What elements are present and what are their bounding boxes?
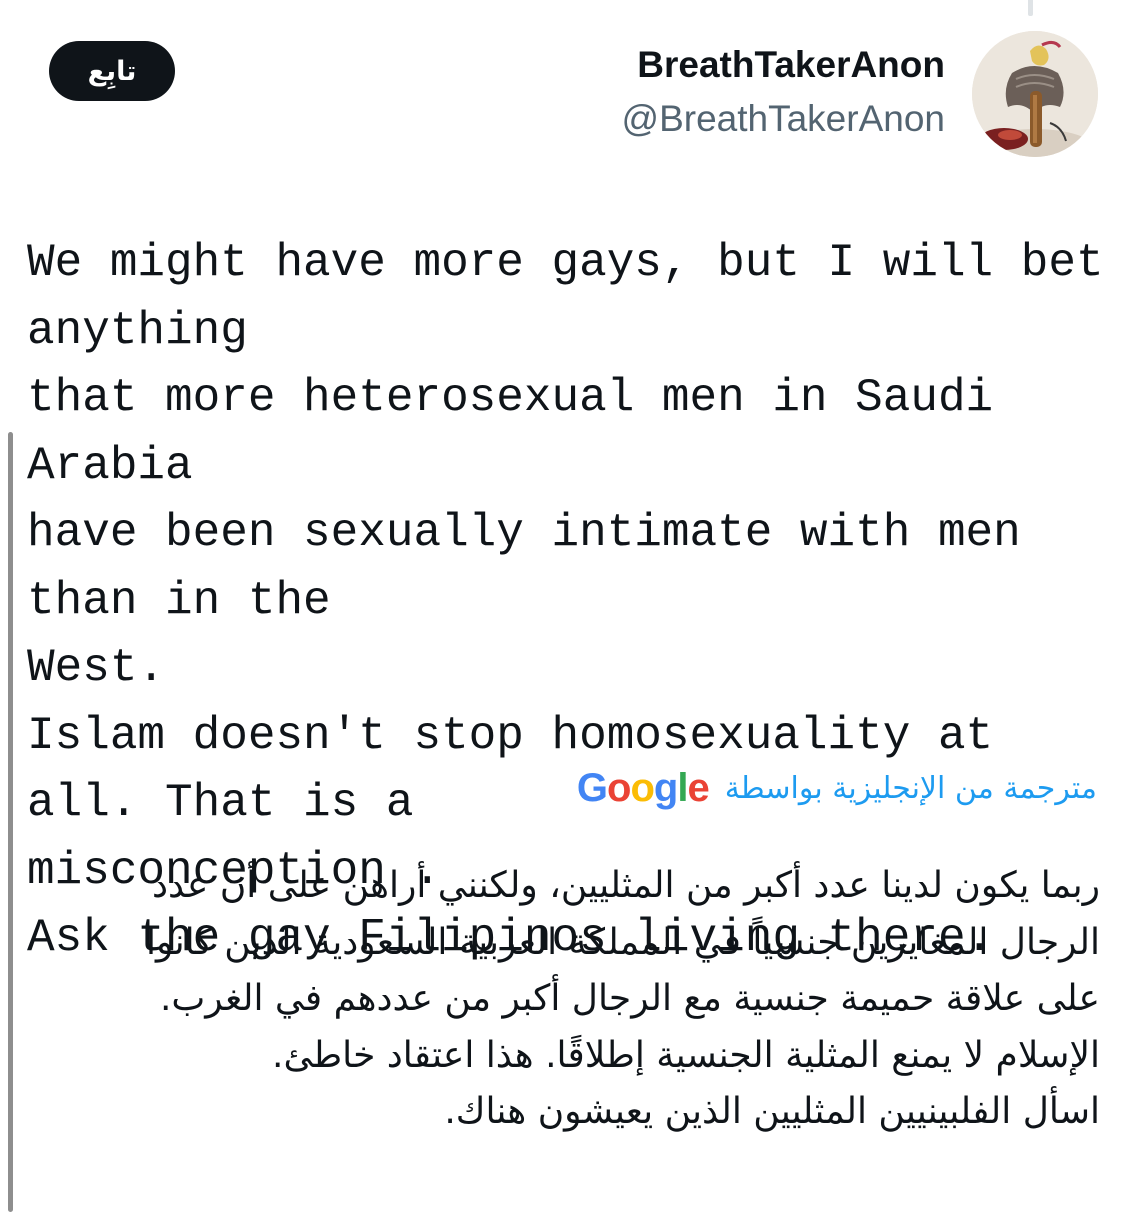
translated-by-label[interactable]: مترجمة من الإنجليزية بواسطة	[725, 771, 1097, 806]
google-letter-g2: g	[653, 766, 678, 810]
follow-button[interactable]: تابِع	[49, 41, 175, 101]
translated-tweet-text: ربما يكون لدينا عدد أكبر من المثليين، ول…	[146, 865, 1100, 1132]
quote-bar	[8, 432, 13, 1212]
author-handle[interactable]: @BreathTakerAnon	[622, 98, 945, 140]
google-letter-e: e	[687, 766, 709, 810]
google-letter-o1: o	[607, 766, 631, 810]
translation-header: Google مترجمة من الإنجليزية بواسطة	[577, 766, 1097, 811]
avatar-image-icon	[972, 31, 1098, 157]
google-letter-o2: o	[630, 766, 654, 810]
top-divider-mark	[1028, 0, 1033, 16]
google-letter-l: l	[677, 766, 688, 810]
avatar[interactable]	[972, 31, 1098, 157]
author-display-name[interactable]: BreathTakerAnon	[637, 44, 945, 86]
google-logo[interactable]: Google	[576, 766, 710, 811]
google-letter-g: G	[576, 766, 608, 810]
